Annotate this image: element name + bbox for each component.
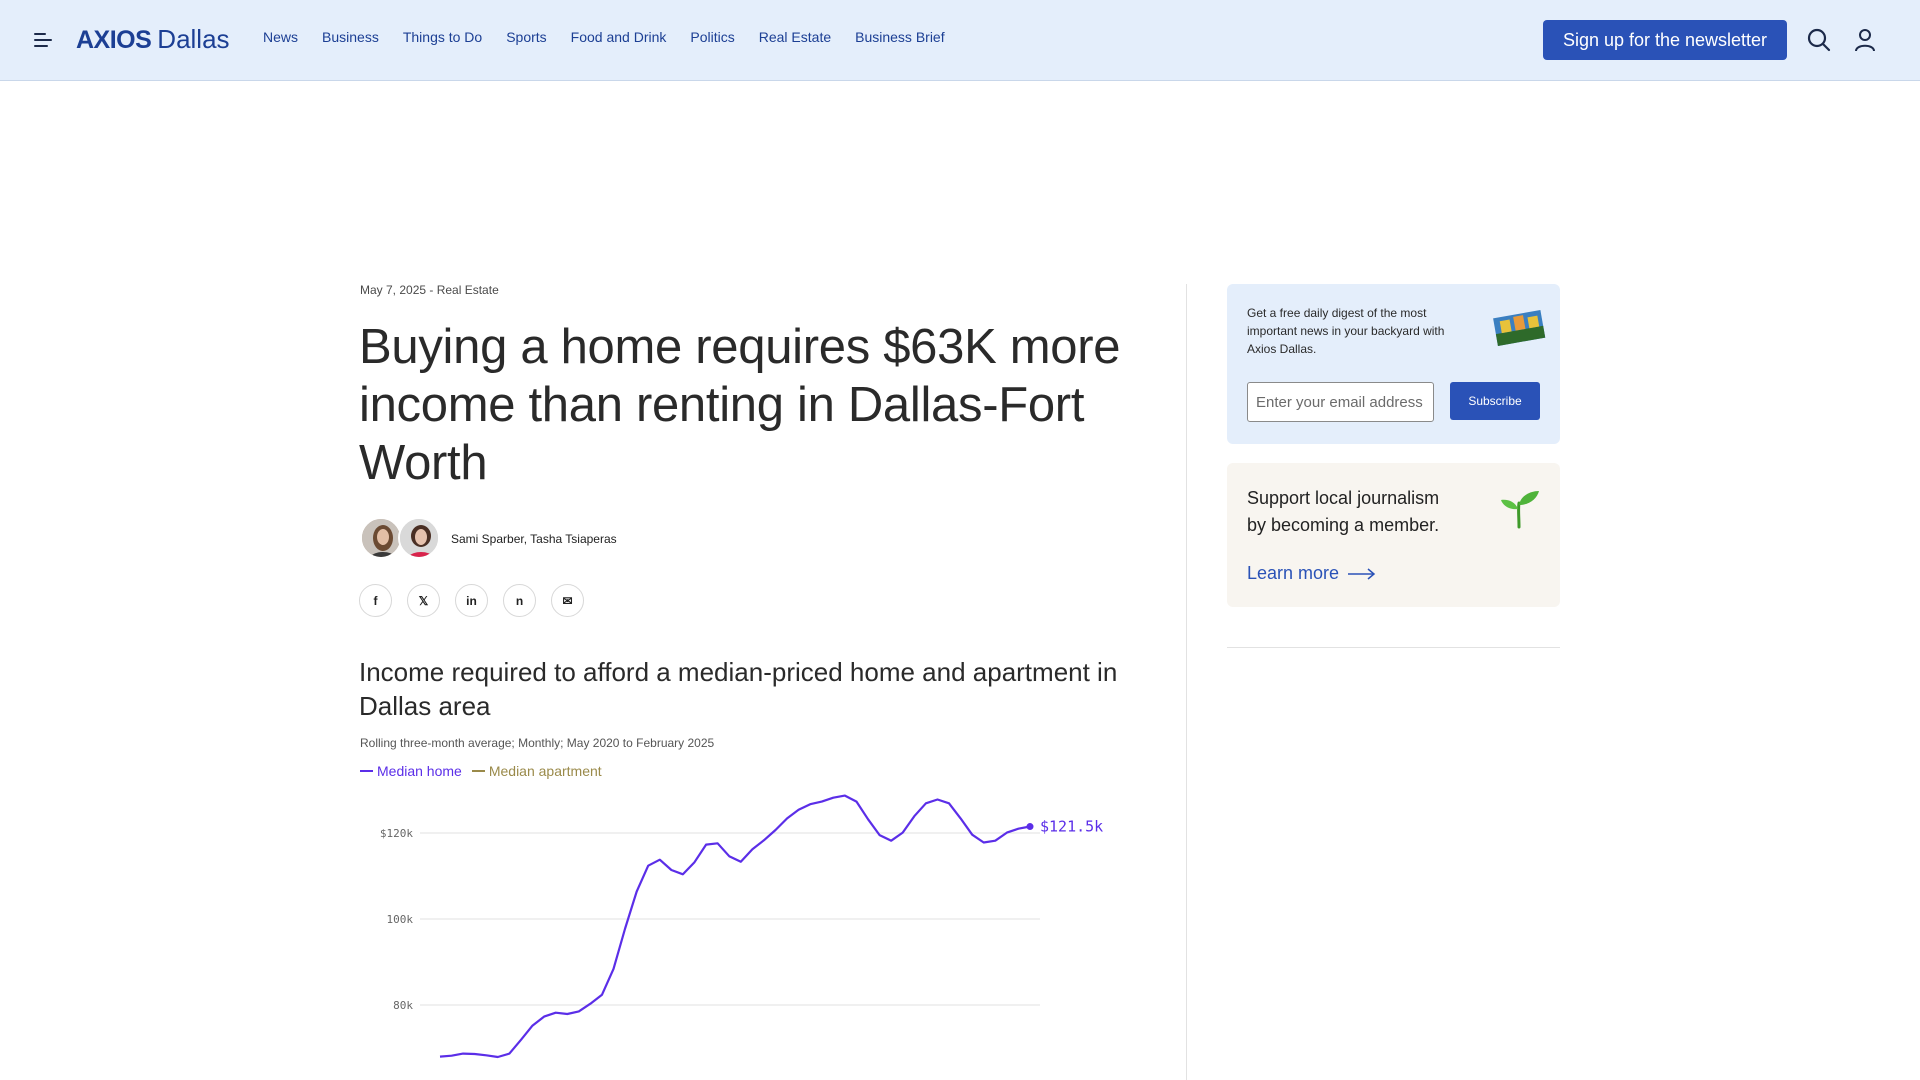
nextdoor-icon: n [515, 593, 524, 608]
linkedin-icon: in [466, 593, 477, 608]
chart-subtitle: Rolling three-month average; Monthly; Ma… [360, 736, 715, 750]
logo-city: Dallas [157, 24, 230, 54]
x-share-button[interactable]: 𝕏 [407, 584, 440, 617]
article-byline: Sami Sparber, Tasha Tsiaperas [451, 532, 617, 546]
chart-legend: Median home Median apartment [360, 763, 612, 779]
legend-swatch-home [360, 770, 373, 772]
y-tick-label: 100k [387, 913, 414, 926]
search-icon[interactable] [1806, 27, 1832, 53]
legend-swatch-apartment [471, 770, 485, 772]
column-divider [1186, 284, 1187, 1080]
facebook-icon: f [373, 593, 378, 608]
nav-real-estate[interactable]: Real Estate [759, 29, 831, 45]
series-line-median-home [439, 794, 1031, 1059]
nav-business-brief[interactable]: Business Brief [855, 29, 944, 45]
article-meta: May 7, 2025 - Real Estate [360, 283, 499, 297]
chart-title: Income required to afford a median-price… [359, 657, 1118, 721]
user-icon[interactable] [1852, 27, 1878, 53]
x-icon: 𝕏 [418, 593, 429, 608]
axios-dallas-logo[interactable]: AXIOS Dallas [76, 24, 230, 56]
membership-promo: Support local journalism by becoming a m… [1227, 463, 1560, 607]
end-value-label: $121.5k [1040, 818, 1103, 836]
sprout-icon [1497, 487, 1541, 529]
legend-label-apartment: Median apartment [488, 763, 602, 779]
sidebar-divider [1227, 647, 1560, 648]
top-navigation-bar: AXIOS Dallas News Business Things to Do … [0, 0, 1920, 81]
nav-news[interactable]: News [263, 29, 298, 45]
article-headline: Buying a home requires $63K more income … [359, 320, 1121, 490]
facebook-share-button[interactable]: f [359, 584, 392, 617]
share-buttons: f 𝕏 in n ✉ [359, 584, 599, 617]
income-line-chart: $120k 100k 80k $121.5k [380, 794, 1103, 1059]
newsletter-signup-button[interactable]: Sign up for the newsletter [1543, 20, 1787, 60]
legend-item-median-home: Median home [360, 763, 462, 779]
nav-food-and-drink[interactable]: Food and Drink [571, 29, 667, 45]
newsletter-promo: Get a free daily digest of the most impo… [1227, 284, 1560, 444]
nav-sports[interactable]: Sports [506, 29, 546, 45]
email-input[interactable] [1247, 382, 1434, 422]
avatar-sami-sparber[interactable] [360, 517, 402, 559]
logo-brand: AXIOS [76, 26, 152, 54]
email-share-button[interactable]: ✉ [551, 584, 584, 617]
membership-text: Support local journalism by becoming a m… [1247, 488, 1440, 535]
subscribe-button[interactable]: Subscribe [1450, 382, 1540, 420]
learn-more-label: Learn more [1247, 563, 1340, 583]
end-point-marker [1026, 823, 1034, 831]
dallas-postcard-icon [1489, 306, 1549, 348]
arrow-right-icon [1348, 567, 1376, 580]
main-nav: News Business Things to Do Sports Food a… [263, 29, 969, 45]
avatar-tasha-tsiaperas[interactable] [398, 517, 440, 559]
nextdoor-share-button[interactable]: n [503, 584, 536, 617]
email-icon: ✉ [562, 593, 573, 608]
legend-label-home: Median home [377, 763, 462, 779]
y-tick-label: $120k [380, 827, 413, 840]
legend-item-median-apartment: Median apartment [471, 763, 602, 779]
learn-more-link[interactable]: Learn more [1247, 563, 1377, 584]
nav-things-to-do[interactable]: Things to Do [403, 29, 482, 45]
author-avatars [360, 517, 440, 559]
hamburger-menu-icon[interactable] [34, 32, 54, 48]
nav-business[interactable]: Business [322, 29, 379, 45]
nav-politics[interactable]: Politics [690, 29, 734, 45]
y-tick-label: 80k [393, 999, 413, 1012]
promo-text: Get a free daily digest of the most impo… [1247, 306, 1445, 356]
linkedin-share-button[interactable]: in [455, 584, 488, 617]
